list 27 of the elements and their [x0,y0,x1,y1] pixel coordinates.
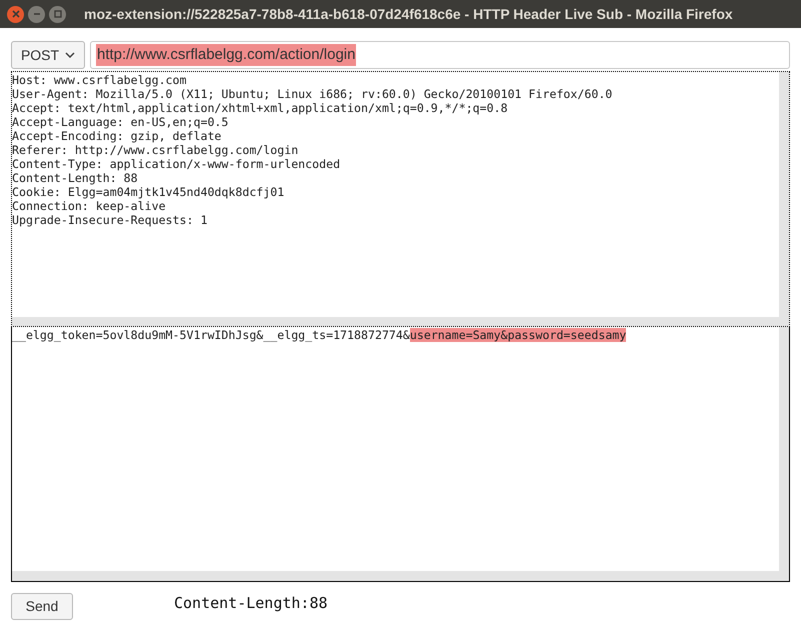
body-line: __elgg_token=5ovl8du9mM-5V1rwIDhJsg&__elgg_ts=1718872774&username=Samy&password=seedsamy [12,328,626,342]
header-line: Content-Type: application/x-www-form-urlencoded [12,157,340,171]
chevron-down-icon [65,52,76,58]
headers-textarea[interactable] [11,71,790,327]
header-line: Referer: http://www.csrflabelgg.com/login [12,143,298,157]
header-line: Accept-Language: en-US,en;q=0.5 [12,115,228,129]
header-line: Cookie: Elgg=am04mjtk1v45nd40dqk8dcfj01 [12,185,284,199]
window-title: moz-extension://522825a7-78b8-411a-b618-07d24f618c6e - HTTP Header Live Sub - Mozilla Firefox [84,4,733,24]
vertical-scrollbar[interactable] [779,72,789,317]
minimize-icon[interactable] [28,6,45,22]
close-icon[interactable] [7,6,24,22]
send-button[interactable]: Send [11,593,73,620]
horizontal-scrollbar[interactable] [12,571,789,581]
content-length-label: Content-Length:88 [174,593,328,614]
vertical-scrollbar[interactable] [779,327,789,571]
method-dropdown[interactable]: POST [11,41,85,69]
header-line: Accept: text/html,application/xhtml+xml,application/xml;q=0.9,*/*;q=0.8 [12,101,508,115]
header-line: Connection: keep-alive [12,199,166,213]
body-textarea[interactable]: __elgg_token=5ovl8du9mM-5V1rwIDhJsg&__elgg_ts=1718872774&username=Samy&password=seedsamy [11,327,790,582]
header-line: Host: www.csrflabelgg.com [12,73,187,87]
header-line: Accept-Encoding: gzip, deflate [12,129,222,143]
header-line: Upgrade-Insecure-Requests: 1 [12,213,208,227]
header-line: Content-Length: 88 [12,171,138,185]
header-line: User-Agent: Mozilla/5.0 (X11; Ubuntu; Linux i686; rv:60.0) Gecko/20100101 Firefox/60.0 [12,87,612,101]
maximize-icon[interactable] [49,6,66,22]
url-field[interactable]: http://www.csrflabelgg.com/action/login [90,41,790,69]
horizontal-scrollbar[interactable] [12,317,789,326]
